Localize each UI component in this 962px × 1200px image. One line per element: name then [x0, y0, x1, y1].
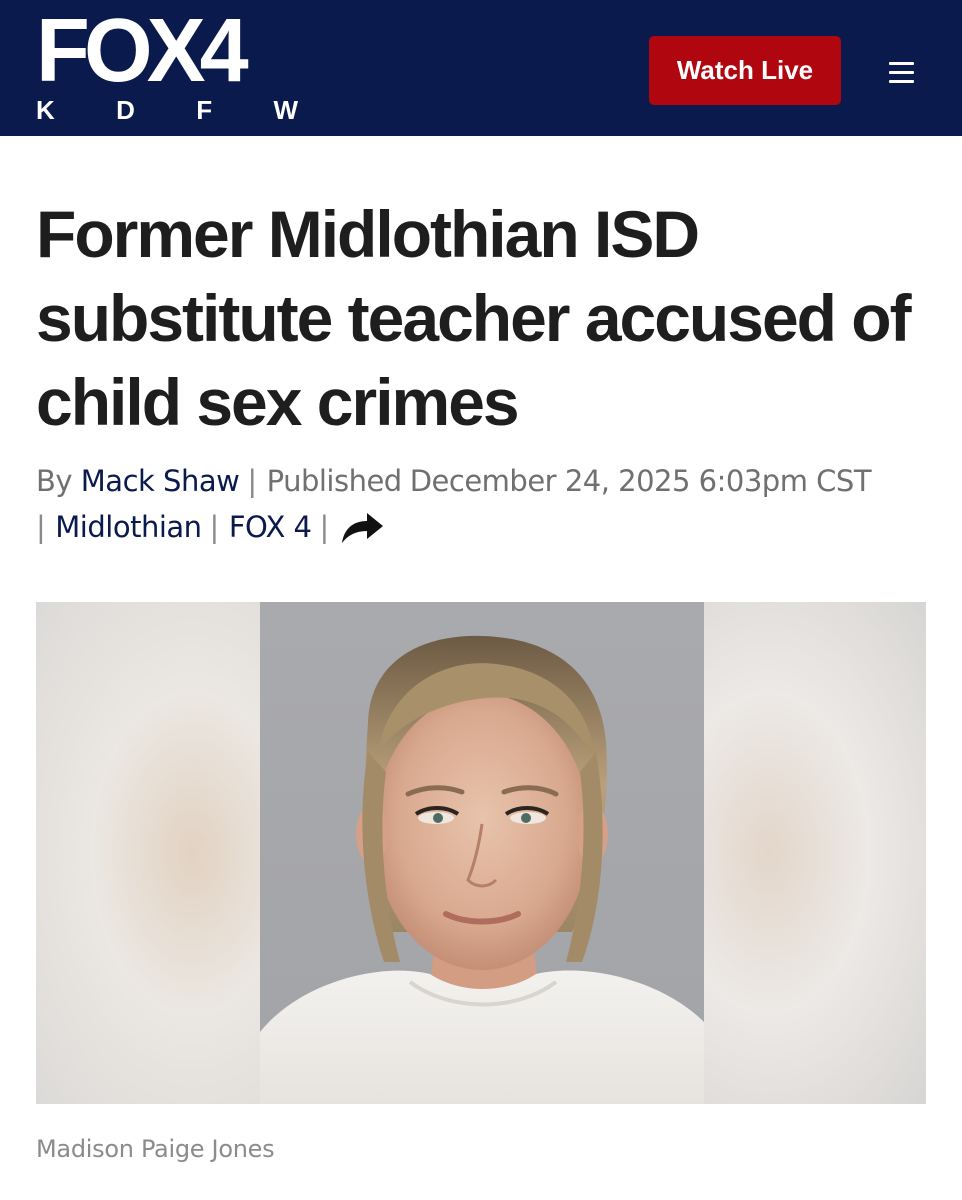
- logo-letter: K: [36, 95, 55, 125]
- logo-letter: D: [116, 95, 135, 125]
- separator: |: [319, 510, 330, 544]
- photo-blur-right: [702, 602, 926, 1104]
- fox4-kdfw-logo[interactable]: FOX4 K D F W: [36, 6, 298, 124]
- article-byline: By Mack Shaw | Published December 24, 2025 …: [36, 458, 936, 550]
- published-label: Published: [266, 464, 403, 498]
- hamburger-menu-icon[interactable]: [883, 58, 919, 88]
- logo-call-letters: K D F W: [36, 96, 298, 124]
- watch-live-button[interactable]: Watch Live: [649, 36, 841, 105]
- logo-letter: W: [273, 95, 298, 125]
- photo-blur-left: [36, 602, 260, 1104]
- photo-caption: Madison Paige Jones: [36, 1135, 275, 1163]
- separator: |: [36, 510, 46, 544]
- logo-wordmark: FOX4: [36, 1, 249, 101]
- separator: |: [247, 464, 257, 498]
- separator: |: [209, 510, 220, 544]
- logo-letter: F: [196, 95, 213, 125]
- article-photo: [36, 602, 926, 1104]
- tag-link-midlothian[interactable]: Midlothian: [55, 510, 202, 544]
- site-header: FOX4 K D F W Watch Live: [0, 0, 962, 136]
- share-arrow-icon[interactable]: [339, 507, 385, 547]
- byline-by-label: By: [36, 464, 73, 498]
- article-headline: Former Midlothian ISD substitute teacher…: [36, 197, 912, 439]
- published-date: December 24, 2025 6:03pm CST: [409, 464, 872, 498]
- author-link[interactable]: Mack Shaw: [81, 464, 240, 498]
- source-link-fox4[interactable]: FOX 4: [229, 510, 312, 544]
- mugshot-image: [260, 602, 704, 1104]
